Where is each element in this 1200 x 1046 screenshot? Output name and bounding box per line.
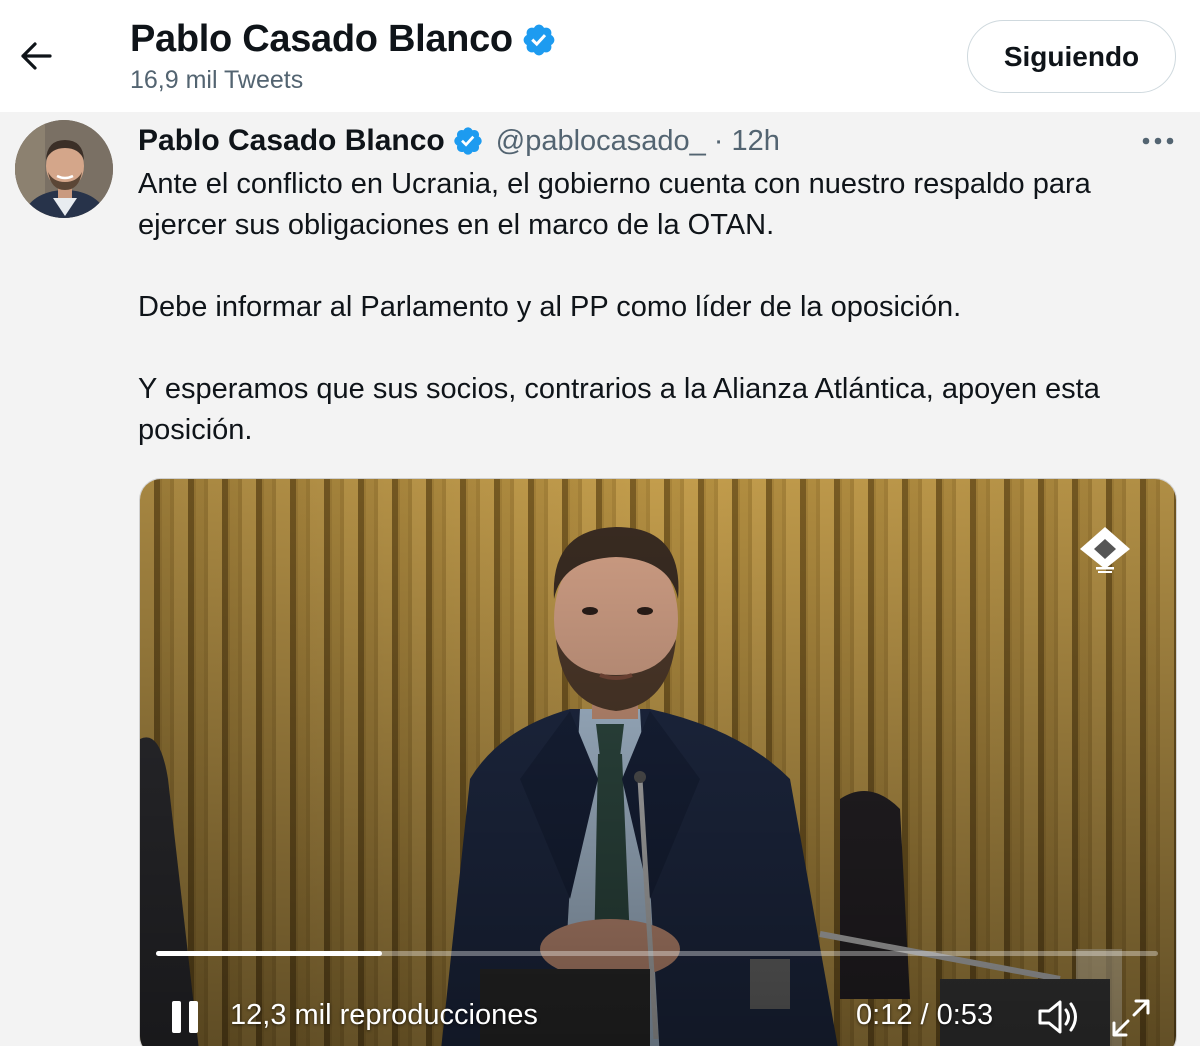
verified-badge-icon [523, 24, 555, 55]
tweet-author-name[interactable]: Pablo Casado Blanco [138, 124, 445, 158]
more-options-icon [1142, 137, 1174, 145]
video-frame [140, 479, 1176, 1046]
tweet-paragraph: Y esperamos que sus socios, contrarios a… [138, 373, 1100, 446]
verified-badge-icon [454, 127, 482, 155]
header-name-row: Pablo Casado Blanco [130, 18, 557, 61]
profile-name: Pablo Casado Blanco [130, 18, 513, 60]
volume-icon[interactable] [1036, 997, 1082, 1037]
profile-header: Pablo Casado Blanco 16,9 mil Tweets Sigu… [0, 0, 1200, 112]
tweet-paragraph: Debe informar al Parlamento y al PP como… [138, 291, 962, 323]
tweet-handle[interactable]: @pablocasado_ [496, 125, 706, 158]
video-progress-bar[interactable] [156, 951, 1158, 956]
time-divider: / [912, 999, 937, 1031]
back-button[interactable] [14, 34, 58, 78]
following-button[interactable]: Siguiendo [967, 20, 1176, 93]
view-count: 12,3 mil reproducciones [230, 999, 538, 1031]
video-player[interactable]: 12,3 mil reproducciones 0:12 / 0:53 [139, 478, 1177, 1046]
tweet-paragraph: Ante el conflicto en Ucrania, el gobiern… [138, 168, 1091, 241]
tweet-count: 16,9 mil Tweets [130, 66, 304, 94]
video-timecode: 0:12 / 0:53 [856, 999, 993, 1032]
tweet-header: Pablo Casado Blanco @pablocasado_ · 12h [138, 122, 780, 160]
tweet-timestamp[interactable]: 12h [731, 125, 779, 158]
fullscreen-icon[interactable] [1110, 997, 1152, 1039]
back-arrow-icon [21, 42, 52, 70]
time-separator: · [713, 124, 724, 157]
pause-icon[interactable] [170, 999, 200, 1035]
video-controls: 12,3 mil reproducciones 0:12 / 0:53 [140, 979, 1176, 1046]
more-options-button[interactable] [1138, 124, 1178, 158]
avatar[interactable] [15, 120, 113, 218]
current-time: 0:12 [856, 999, 913, 1031]
congress-logo-icon [1080, 527, 1130, 573]
avatar-image [15, 120, 113, 218]
video-progress-fill [156, 951, 383, 956]
duration: 0:53 [936, 999, 994, 1031]
